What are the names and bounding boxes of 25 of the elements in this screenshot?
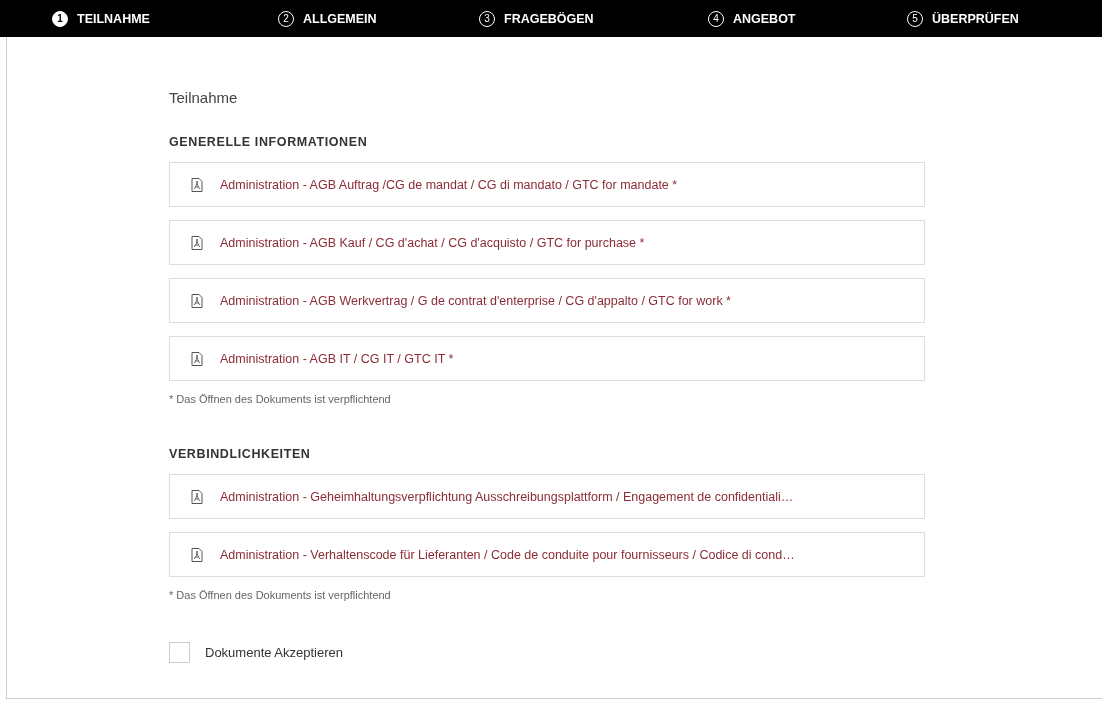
checkbox-label[interactable]: Dokumente Akzeptieren	[205, 645, 344, 660]
document-link[interactable]: Administration - AGB Auftrag /CG de mandat / CG di mandato / GTC for mandate *	[169, 162, 925, 207]
document-link[interactable]: Administration - AGB IT / CG IT / GTC IT *	[169, 336, 925, 381]
mandatory-note: * Das Öffnen des Dokuments ist verpflichtend	[169, 393, 392, 405]
step-number: 1	[52, 10, 68, 27]
document-link[interactable]: Administration - Geheimhaltungsverpflichtung Ausschreibungsplattform / Engagement de confidentiali…	[169, 474, 925, 519]
pdf-file-icon	[191, 351, 203, 366]
step-tab[interactable]: 4 ANGEBOT	[708, 10, 796, 27]
checkbox[interactable]	[169, 642, 190, 663]
step-tab[interactable]: 2 ALLGEMEIN	[278, 10, 377, 27]
document-link[interactable]: Administration - AGB Werkvertrag / G de contrat d'enterprise / CG d'appalto / GTC for work *	[169, 278, 925, 323]
document-link[interactable]: Administration - AGB Kauf / CG d'achat / CG d'acquisto / GTC for purchase *	[169, 220, 925, 265]
section-heading: VERBINDLICHKEITEN	[169, 447, 312, 461]
pdf-file-icon	[191, 235, 203, 250]
pdf-file-icon	[191, 547, 203, 562]
mandatory-note: * Das Öffnen des Dokuments ist verpflichtend	[169, 589, 392, 601]
pdf-file-icon	[191, 489, 203, 504]
step-tab[interactable]: 1 TEILNAHME	[52, 10, 150, 27]
step-tab[interactable]: 3 FRAGEBÖGEN	[479, 10, 594, 27]
pdf-file-icon	[191, 293, 203, 308]
document-link[interactable]: Administration - Verhaltenscode für Lieferanten / Code de conduite pour fournisseurs / Codice di cond…	[169, 532, 925, 577]
section-heading: GENERELLE INFORMATIONEN	[169, 135, 369, 149]
step-tab[interactable]: 5 ÜBERPRÜFEN	[907, 10, 1019, 27]
pdf-file-icon	[191, 177, 203, 192]
page-title: Teilnahme	[169, 89, 239, 106]
